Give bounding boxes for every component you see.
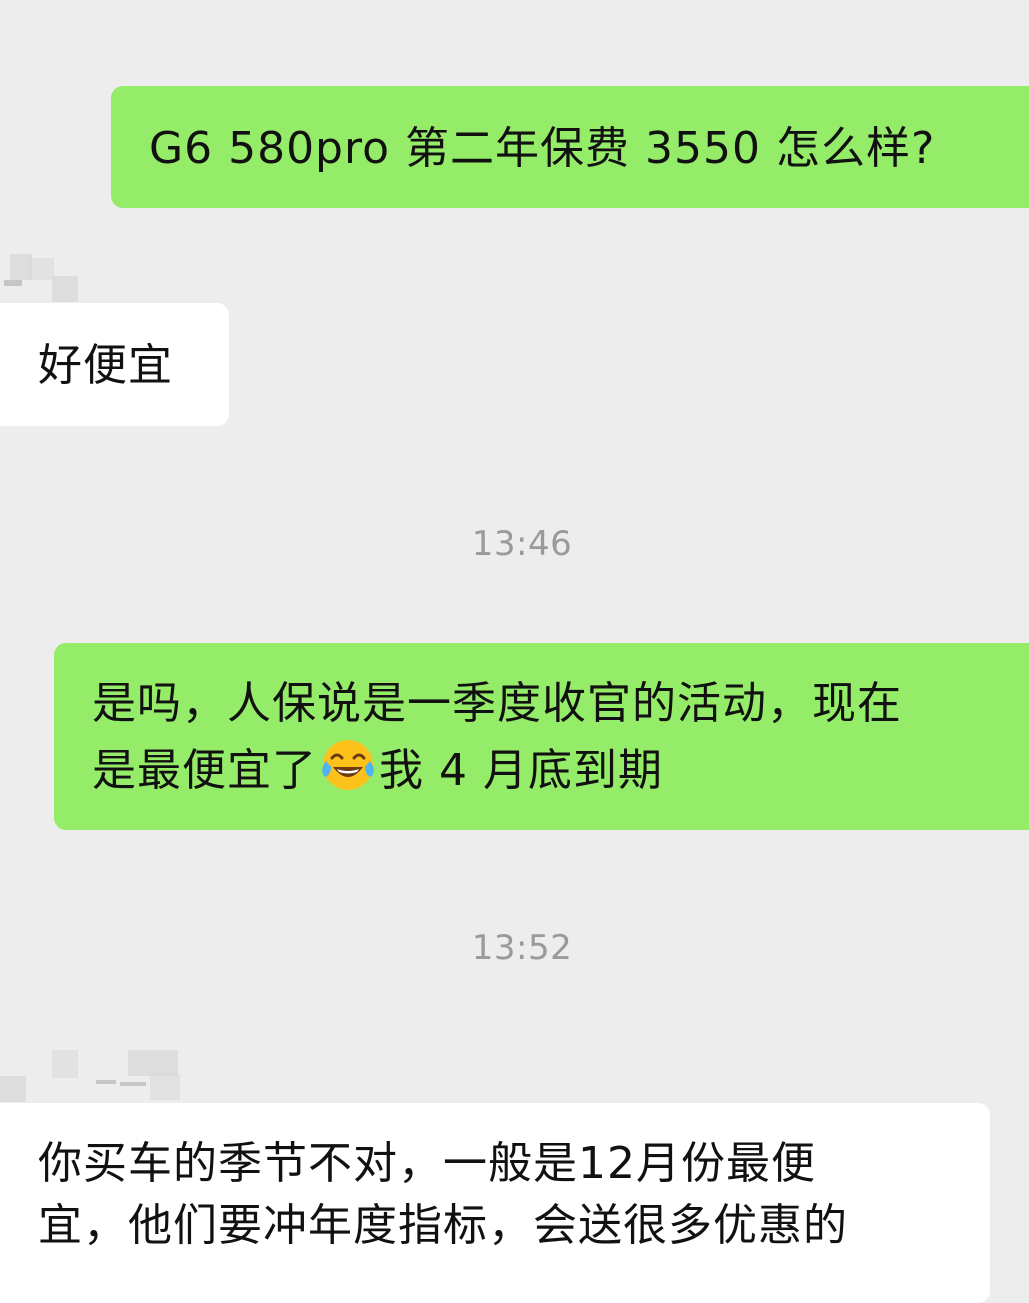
message-text: G6 580pro 第二年保费 3550 怎么样? — [149, 123, 936, 174]
chat-timestamp: 13:52 — [471, 928, 573, 968]
received-message-bubble[interactable]: 好便宜 — [0, 303, 229, 426]
message-text-line: 宜，他们要冲年度指标，会送很多优惠的 — [38, 1200, 848, 1251]
message-text: 好便宜 — [38, 340, 173, 391]
message-text-line: 是吗，人保说是一季度收官的活动，现在 — [92, 678, 902, 729]
message-text-line: 是最便宜了 我 4 月底到期 — [92, 735, 1024, 802]
sent-message-bubble[interactable]: G6 580pro 第二年保费 3550 怎么样? — [111, 86, 1029, 208]
sender-avatar-blurred[interactable] — [0, 252, 80, 302]
face-with-tears-of-joy-icon — [319, 735, 377, 793]
chat-timestamp: 13:46 — [471, 524, 573, 564]
message-text-segment: 是最便宜了 — [92, 745, 317, 796]
message-text-segment: 我 4 月底到期 — [379, 745, 663, 796]
received-message-bubble[interactable]: 你买车的季节不对，一般是12月份最便 宜，他们要冲年度指标，会送很多优惠的 — [0, 1103, 990, 1303]
sent-message-bubble[interactable]: 是吗，人保说是一季度收官的活动，现在 是最便宜了 我 4 月底到期 — [54, 643, 1029, 830]
message-text-line: 你买车的季节不对，一般是12月份最便 — [38, 1138, 816, 1189]
sender-avatar-blurred[interactable] — [0, 1050, 200, 1102]
